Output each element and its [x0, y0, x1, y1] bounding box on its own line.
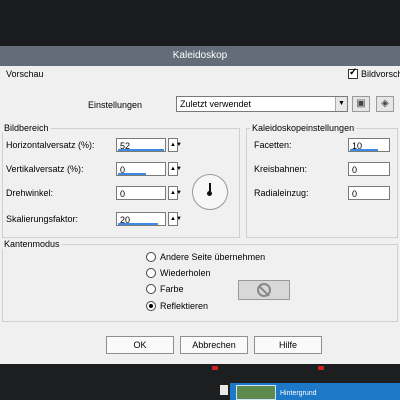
save-icon[interactable]: ▣ [352, 96, 370, 112]
cancel-button[interactable]: Abbrechen [180, 336, 248, 354]
scale-spinner[interactable]: ▲▼ [168, 212, 182, 226]
rotation-label: Drehwinkel: [6, 188, 54, 198]
facets-label: Facetten: [254, 140, 292, 150]
orbits-input[interactable]: 0 [348, 162, 390, 176]
edge-option-label: Wiederholen [160, 268, 211, 278]
scale-slider[interactable] [118, 223, 158, 225]
chevron-down-icon[interactable]: ▼ [335, 97, 347, 111]
orbits-label: Kreisbahnen: [254, 164, 308, 174]
layer-thumbnail[interactable] [236, 385, 276, 400]
preview-checkbox-label: Bildvorsch [361, 69, 400, 79]
preview-checkbox[interactable] [348, 67, 358, 79]
rotation-dial[interactable] [192, 174, 228, 210]
help-button[interactable]: Hilfe [254, 336, 322, 354]
facets-slider[interactable] [350, 149, 378, 151]
red-marker [212, 366, 218, 370]
settings-dropdown[interactable]: Zuletzt verwendet ▼ [176, 96, 348, 112]
radial-label: Radialeinzug: [254, 188, 309, 198]
vertical-offset-label: Vertikalversatz (%): [6, 164, 84, 174]
edge-option-label: Andere Seite übernehmen [160, 252, 266, 262]
orbits-value: 0 [352, 165, 358, 175]
kaleido-title: Kaleidoskopeinstellungen [250, 123, 357, 133]
rotation-value: 0 [120, 189, 126, 199]
edge-option-radio[interactable] [146, 252, 156, 262]
layer-icon[interactable] [220, 385, 228, 395]
bildbereich-title: Bildbereich [2, 123, 51, 133]
edge-option-radio[interactable] [146, 268, 156, 278]
edge-option-radio-selected[interactable] [146, 301, 156, 311]
scale-input[interactable]: 20 [116, 212, 166, 226]
radial-input[interactable]: 0 [348, 186, 390, 200]
app-background-top [0, 0, 400, 46]
horizontal-offset-input[interactable]: 52 [116, 138, 166, 152]
no-color-icon [257, 283, 271, 297]
settings-label: Einstellungen [88, 100, 143, 110]
rotation-spinner[interactable]: ▲▼ [168, 186, 182, 200]
preview-label: Vorschau [6, 69, 44, 79]
preview-row: Vorschau Bildvorsch [0, 66, 400, 82]
edge-title: Kantenmodus [2, 239, 62, 249]
dial-hub [207, 191, 212, 196]
vertical-offset-spinner[interactable]: ▲▼ [168, 162, 182, 176]
vertical-offset-input[interactable]: 0 [116, 162, 166, 176]
horizontal-offset-label: Horizontalversatz (%): [6, 140, 95, 150]
edge-option-label: Reflektieren [160, 301, 209, 311]
scale-label: Skalierungsfaktor: [6, 214, 79, 224]
edge-color-swatch[interactable] [238, 280, 290, 300]
vertical-offset-slider[interactable] [118, 173, 146, 175]
layer-label: Hintergrund [280, 390, 317, 397]
reset-icon[interactable]: ◈ [376, 96, 394, 112]
horizontal-offset-spinner[interactable]: ▲▼ [168, 138, 182, 152]
dialog-title: Kaleidoskop [0, 46, 400, 66]
kaleidoscope-dialog: Kaleidoskop Vorschau Bildvorsch Einstell… [0, 46, 400, 364]
radial-value: 0 [352, 189, 358, 199]
facets-input[interactable]: 10 [348, 138, 390, 152]
ok-button[interactable]: OK [106, 336, 174, 354]
edge-option-label: Farbe [160, 284, 184, 294]
settings-dropdown-value: Zuletzt verwendet [180, 99, 252, 109]
red-marker [318, 366, 324, 370]
horizontal-offset-slider[interactable] [118, 149, 164, 151]
rotation-input[interactable]: 0 [116, 186, 166, 200]
edge-option-radio[interactable] [146, 284, 156, 294]
